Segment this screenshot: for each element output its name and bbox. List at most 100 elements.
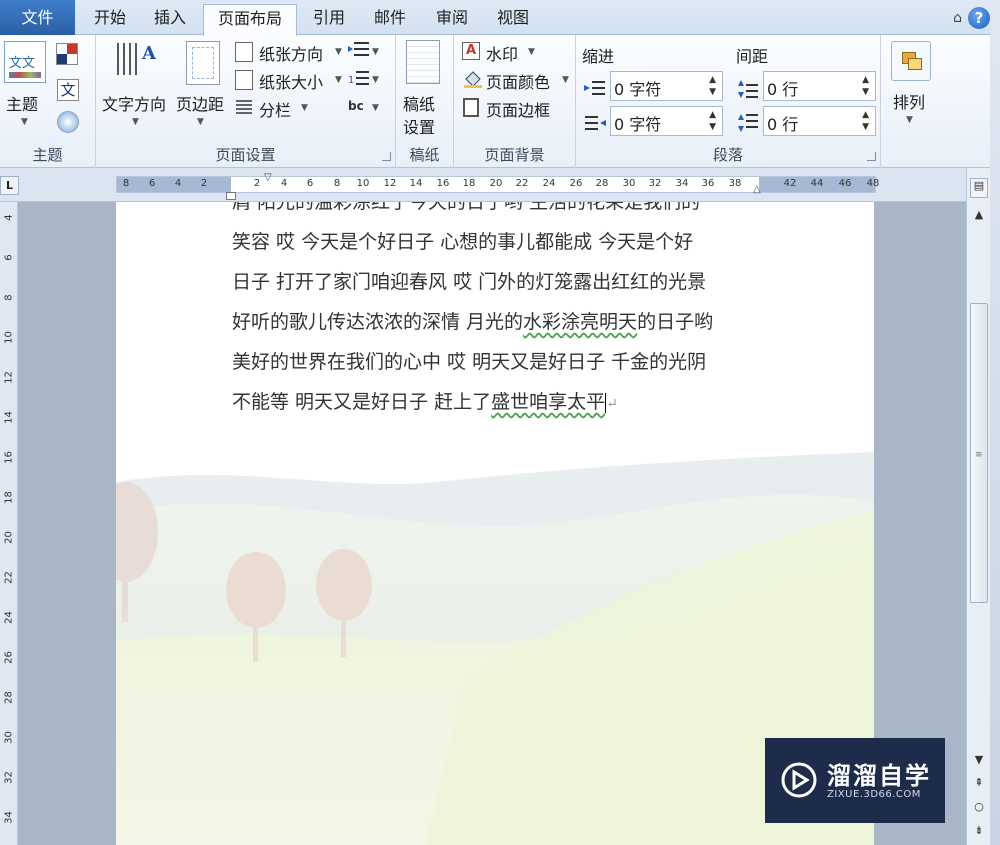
- indent-left-value: 0 字符: [614, 80, 662, 99]
- ruler-tick-label: 10: [3, 331, 15, 344]
- spelling-flagged-text[interactable]: 盛世咱享太平: [491, 391, 605, 413]
- breaks-icon[interactable]: [348, 40, 370, 60]
- spacing-after-stepper-icon[interactable]: ▲ ▼: [862, 109, 869, 133]
- text-line[interactable]: 不能等 明天又是好日子 赶上了盛世咱享太平↵: [232, 382, 762, 422]
- document-page[interactable]: 肩 阳光的温彩涂红了今天的日子哟 生活的花朵是我们的 笑容 哎 今天是个好日子 …: [116, 202, 874, 845]
- arrange-dropdown-icon[interactable]: ▼: [906, 115, 913, 125]
- group-manuscript: 稿纸 设置 稿纸: [396, 35, 454, 168]
- page-setup-launcher-icon[interactable]: [382, 152, 391, 161]
- size-dropdown-icon: ▼: [335, 75, 342, 85]
- first-line-indent-marker[interactable]: ▽: [264, 172, 272, 183]
- previous-page-icon[interactable]: ⇞: [970, 776, 988, 789]
- text-direction-dropdown-icon[interactable]: ▼: [132, 117, 139, 127]
- select-browse-object-icon[interactable]: ○: [970, 800, 988, 813]
- margins-icon[interactable]: [186, 41, 220, 85]
- line-numbers-icon[interactable]: 1: [348, 69, 370, 89]
- tab-page-layout[interactable]: 页面布局: [203, 4, 297, 36]
- spacing-before-field[interactable]: 0 行 ▲ ▼: [763, 71, 876, 101]
- indent-left-stepper-icon[interactable]: ▲ ▼: [709, 74, 716, 98]
- minimize-ribbon-icon[interactable]: ⌂: [953, 10, 962, 26]
- text-line[interactable]: 肩 阳光的温彩涂红了今天的日子哟 生活的花朵是我们的: [232, 202, 762, 222]
- help-icon[interactable]: ?: [968, 7, 990, 29]
- ruler-tick-label: 6: [306, 178, 314, 189]
- watermark-icon[interactable]: A: [462, 42, 480, 60]
- theme-effects-icon[interactable]: [57, 111, 79, 133]
- ruler-tick-label: 28: [3, 691, 15, 704]
- right-indent-marker[interactable]: △: [753, 184, 761, 195]
- size-button[interactable]: 纸张大小: [259, 69, 323, 93]
- text-line[interactable]: 美好的世界在我们的心中 哎 明天又是好日子 千金的光阴: [232, 342, 762, 382]
- ruler-tick-label: 30: [3, 731, 15, 744]
- ruler-strip[interactable]: 8 6 4 2 2 4 6 8 10 12 14 16 18 20 22 24 26 28 30 32 34 36 38 42…: [116, 176, 879, 193]
- text-direction-icon[interactable]: A: [114, 39, 158, 83]
- themes-dropdown-icon[interactable]: ▼: [21, 117, 28, 127]
- orientation-icon[interactable]: [235, 42, 253, 62]
- ruler-tick-label: 14: [3, 411, 15, 424]
- hyphenation-dropdown-icon: ▼: [372, 103, 379, 113]
- indent-right-field[interactable]: 0 字符 ▲ ▼: [610, 106, 723, 136]
- view-ruler-toggle-icon[interactable]: ▤: [970, 178, 988, 198]
- indent-right-stepper-icon[interactable]: ▲ ▼: [709, 109, 716, 133]
- manuscript-settings-button-line1[interactable]: 稿纸: [403, 91, 435, 115]
- next-page-icon[interactable]: ⇟: [970, 824, 988, 837]
- document-text[interactable]: 肩 阳光的温彩涂红了今天的日子哟 生活的花朵是我们的 笑容 哎 今天是个好日子 …: [232, 202, 762, 422]
- group-paragraph: 缩进 间距 0 字符 ▲▼ 0 字符 ▲▼ 0 行 ▲▼ 0 行 ▲▼: [576, 35, 881, 168]
- theme-colors-icon[interactable]: [56, 43, 78, 65]
- tab-file[interactable]: 文件: [0, 0, 75, 35]
- horizontal-ruler[interactable]: 8 6 4 2 2 4 6 8 10 12 14 16 18 20 22 24 26 28 30 32 34 36 38 42…: [0, 168, 966, 202]
- arrange-icon[interactable]: [891, 41, 931, 81]
- arrange-button[interactable]: 排列: [893, 89, 925, 113]
- margins-button[interactable]: 页边距: [176, 91, 224, 115]
- text-line[interactable]: 日子 打开了家门咱迎春风 哎 门外的灯笼露出红红的光景: [232, 262, 762, 302]
- vertical-ruler[interactable]: 4 6 8 10 12 14 16 18 20 22 24 26 28 30 32 34: [0, 202, 18, 845]
- text-line[interactable]: 笑容 哎 今天是个好日子 心想的事儿都能成 今天是个好: [232, 222, 762, 262]
- margins-dropdown-icon[interactable]: ▼: [197, 117, 204, 127]
- columns-icon[interactable]: [235, 98, 253, 116]
- hyphenation-icon[interactable]: bc: [348, 99, 370, 117]
- scroll-up-icon[interactable]: ▲: [970, 208, 988, 221]
- tab-references[interactable]: 引用: [301, 4, 357, 35]
- left-indent-marker[interactable]: [226, 192, 236, 200]
- manuscript-icon[interactable]: [406, 40, 440, 84]
- page-color-button[interactable]: 页面颜色: [486, 69, 550, 93]
- ruler-tick-label: 18: [462, 178, 476, 189]
- tab-selector[interactable]: L: [0, 176, 19, 195]
- ruler-tick-label: 34: [675, 178, 689, 189]
- text-line[interactable]: 好听的歌儿传达浓浓的深情 月光的水彩涂亮明天的日子哟: [232, 302, 762, 342]
- themes-button[interactable]: 主题: [6, 91, 38, 115]
- ribbon-tab-bar: 文件 开始 插入 页面布局 引用 邮件 审阅 视图 ⌂ ?: [0, 0, 1000, 36]
- tab-insert[interactable]: 插入: [142, 4, 198, 35]
- window-edge: [990, 0, 1000, 845]
- page-borders-button[interactable]: 页面边框: [486, 97, 550, 121]
- scroll-thumb[interactable]: ≡: [970, 303, 988, 603]
- tab-view[interactable]: 视图: [485, 4, 541, 35]
- paragraph-launcher-icon[interactable]: [867, 152, 876, 161]
- indent-heading: 缩进: [582, 47, 615, 66]
- indent-right-icon: [584, 114, 606, 132]
- page-setup-group-label: 页面设置: [215, 146, 276, 164]
- spacing-before-stepper-icon[interactable]: ▲ ▼: [862, 74, 869, 98]
- spacing-after-field[interactable]: 0 行 ▲ ▼: [763, 106, 876, 136]
- tab-home[interactable]: 开始: [82, 4, 138, 35]
- tab-mailings[interactable]: 邮件: [362, 4, 418, 35]
- manuscript-settings-button-line2[interactable]: 设置: [403, 114, 435, 138]
- indent-left-field[interactable]: 0 字符 ▲ ▼: [610, 71, 723, 101]
- page-color-icon[interactable]: [462, 69, 484, 89]
- tab-review[interactable]: 审阅: [424, 4, 480, 35]
- scroll-down-icon[interactable]: ▼: [970, 753, 988, 766]
- vertical-scrollbar[interactable]: ▤ ▲ ≡ ▼ ⇞ ○ ⇟: [966, 168, 990, 845]
- text-direction-button[interactable]: 文字方向: [102, 91, 166, 115]
- ruler-tick-label: 20: [3, 531, 15, 544]
- columns-button[interactable]: 分栏: [259, 97, 291, 121]
- ruler-tick-label: 2: [200, 178, 208, 189]
- ruler-tick-label: 36: [701, 178, 715, 189]
- watermark-button[interactable]: 水印: [486, 41, 518, 65]
- ruler-tick-label: 16: [436, 178, 450, 189]
- size-icon[interactable]: [235, 70, 253, 90]
- orientation-button[interactable]: 纸张方向: [259, 41, 323, 65]
- theme-fonts-icon[interactable]: 文: [57, 79, 79, 101]
- paragraph-mark: ↵: [606, 396, 618, 412]
- spelling-flagged-text[interactable]: 水彩涂亮明天: [523, 311, 637, 333]
- themes-icon[interactable]: 文文: [4, 41, 46, 83]
- page-borders-icon[interactable]: [463, 98, 479, 117]
